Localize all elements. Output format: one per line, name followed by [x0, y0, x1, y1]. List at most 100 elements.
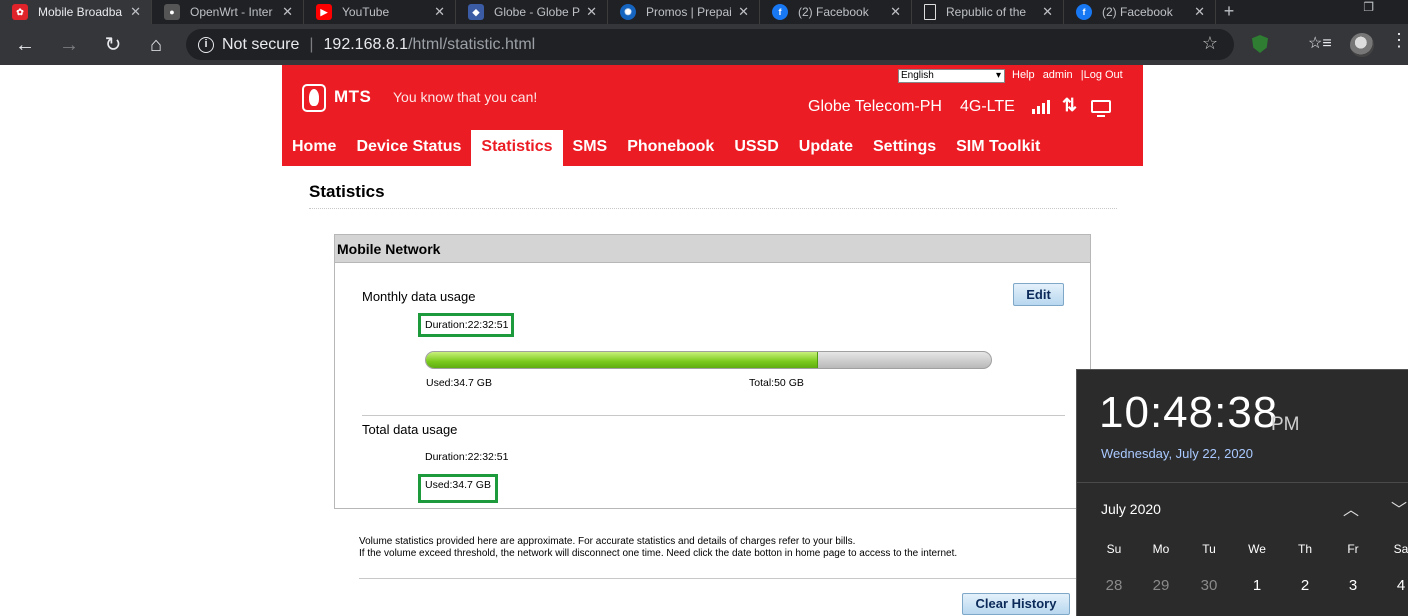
total-usage-label: Total data usage — [362, 422, 458, 437]
close-icon[interactable]: ✕ — [890, 4, 901, 20]
usage-notes: Volume statistics provided here are appr… — [359, 536, 957, 560]
close-icon[interactable]: ✕ — [1194, 4, 1205, 20]
panel-title: Mobile Network — [335, 235, 1090, 263]
top-links: Help admin |Log Out — [1012, 69, 1128, 81]
clock-ampm: PM — [1271, 414, 1300, 435]
nav-ussd[interactable]: USSD — [724, 128, 788, 166]
tab-globe[interactable]: ◆ Globe - Globe P ✕ — [456, 0, 608, 24]
logo-text: MTS — [334, 87, 372, 106]
close-icon[interactable]: ✕ — [738, 4, 749, 20]
monthly-usage-label: Monthly data usage — [362, 289, 476, 304]
weekday-label: Th — [1297, 542, 1312, 556]
security-label: Not secure — [222, 35, 300, 53]
tab-title: Globe - Globe P — [494, 5, 581, 19]
tab-title: (2) Facebook — [1102, 5, 1173, 19]
reload-icon[interactable]: ↻ — [100, 32, 126, 58]
monthly-used: Used:34.7 GB — [426, 377, 492, 389]
reading-list-icon[interactable]: ☆≡ — [1308, 33, 1332, 53]
bookmark-star-icon[interactable]: ☆ — [1202, 33, 1218, 54]
total-duration: Duration:22:32:51 — [425, 451, 509, 463]
calendar-day[interactable]: 1 — [1242, 577, 1272, 594]
calendar-day[interactable]: 4 — [1386, 577, 1408, 594]
address-bar[interactable]: i Not secure | 192.168.8.1/html/statisti… — [186, 29, 1234, 60]
tab-mobile-broadband[interactable]: ✿ Mobile Broadba ✕ — [0, 0, 152, 24]
tab-facebook-1[interactable]: f (2) Facebook ✕ — [760, 0, 912, 24]
edit-button[interactable]: Edit — [1013, 283, 1064, 306]
tab-republic[interactable]: Republic of the ✕ — [912, 0, 1064, 24]
chevron-up-icon[interactable]: ︿ — [1343, 496, 1359, 520]
calendar-month[interactable]: July 2020 — [1101, 501, 1161, 517]
calendar-day[interactable]: 3 — [1338, 577, 1368, 594]
close-icon[interactable]: ✕ — [130, 4, 141, 20]
huawei-icon: ✿ — [12, 4, 28, 20]
main-nav: Home Device Status Statistics SMS Phoneb… — [282, 128, 1143, 166]
restore-window-icon[interactable]: ❐ — [1363, 0, 1374, 14]
monthly-usage-fill — [426, 352, 819, 368]
nav-update[interactable]: Update — [789, 128, 863, 166]
tab-openwrt[interactable]: ● OpenWrt - Inter ✕ — [152, 0, 304, 24]
facebook-icon: f — [1076, 4, 1092, 20]
tab-facebook-2[interactable]: f (2) Facebook ✕ — [1064, 0, 1216, 24]
nav-sms[interactable]: SMS — [563, 128, 618, 166]
clock-date[interactable]: Wednesday, July 22, 2020 — [1101, 446, 1253, 461]
nav-settings[interactable]: Settings — [863, 128, 946, 166]
browser-toolbar: ← → ↻ ⌂ i Not secure | 192.168.8.1/html/… — [0, 24, 1408, 65]
language-select[interactable]: English — [898, 69, 1005, 83]
calendar-day[interactable]: 29 — [1146, 577, 1176, 594]
tab-youtube[interactable]: ▶ YouTube ✕ — [304, 0, 456, 24]
close-icon[interactable]: ✕ — [282, 4, 293, 20]
close-icon[interactable]: ✕ — [586, 4, 597, 20]
clock-time: 10:48:38 — [1099, 388, 1279, 437]
weekday-label: Su — [1106, 542, 1122, 556]
slogan: You know that you can! — [393, 89, 538, 105]
weekday-label: Fr — [1347, 542, 1359, 556]
nav-home[interactable]: Home — [282, 128, 346, 166]
nav-sim-toolkit[interactable]: SIM Toolkit — [946, 128, 1050, 166]
weekday-label: Tu — [1202, 542, 1216, 556]
mobile-network-panel: Mobile Network Monthly data usage Edit D… — [334, 234, 1091, 509]
nav-phonebook[interactable]: Phonebook — [617, 128, 724, 166]
tab-promos[interactable]: ✺ Promos | Prepai ✕ — [608, 0, 760, 24]
weekday-label: We — [1248, 542, 1266, 556]
back-arrow-icon[interactable]: ← — [12, 32, 38, 58]
monthly-usage-bar — [425, 351, 992, 369]
note-line: If the volume exceed threshold, the netw… — [359, 548, 958, 559]
help-link[interactable]: Help — [1012, 69, 1035, 81]
calendar-day[interactable]: 30 — [1194, 577, 1224, 594]
mts-logo-icon — [302, 84, 326, 112]
tab-title: Promos | Prepai — [646, 5, 732, 19]
globe-icon: ◆ — [468, 4, 484, 20]
note-line: Volume statistics provided here are appr… — [359, 536, 856, 547]
shield-extension-icon[interactable] — [1252, 35, 1268, 53]
total-used: Used:34.7 GB — [425, 479, 491, 491]
profile-avatar[interactable] — [1350, 33, 1374, 57]
calendar-day[interactable]: 28 — [1099, 577, 1129, 594]
close-icon[interactable]: ✕ — [1042, 4, 1053, 20]
home-icon[interactable]: ⌂ — [143, 32, 169, 58]
nav-statistics[interactable]: Statistics — [471, 130, 563, 166]
url-host: 192.168.8.1 — [323, 35, 409, 53]
operator-name: Globe Telecom-PH — [808, 98, 942, 115]
clock-flyout: 10:48:38 PM Wednesday, July 22, 2020 Jul… — [1076, 369, 1408, 616]
info-icon[interactable]: i — [198, 36, 214, 53]
calendar-day[interactable]: 2 — [1290, 577, 1320, 594]
forward-arrow-icon[interactable]: → — [56, 32, 82, 58]
weekday-label: Sa — [1393, 542, 1408, 556]
close-icon[interactable]: ✕ — [434, 4, 445, 20]
page-title: Statistics — [309, 182, 385, 201]
tab-title: OpenWrt - Inter — [190, 5, 273, 19]
facebook-icon: f — [772, 4, 788, 20]
chevron-down-icon[interactable]: ﹀ — [1391, 496, 1407, 520]
new-tab-button[interactable]: + — [1216, 0, 1242, 24]
nav-device-status[interactable]: Device Status — [346, 128, 471, 166]
divider — [359, 578, 1117, 579]
clear-history-button[interactable]: Clear History — [962, 593, 1070, 615]
data-transfer-icon: ⇅ — [1062, 95, 1078, 115]
more-menu-icon[interactable]: ⋮ — [1390, 30, 1408, 51]
network-type: 4G-LTE — [960, 98, 1015, 115]
weekday-label: Mo — [1152, 542, 1170, 556]
signal-strength-icon — [1032, 98, 1054, 114]
divider — [1077, 482, 1408, 483]
router-header: MTS You know that you can! English Help … — [282, 65, 1143, 166]
logout-link[interactable]: Log Out — [1084, 69, 1123, 81]
